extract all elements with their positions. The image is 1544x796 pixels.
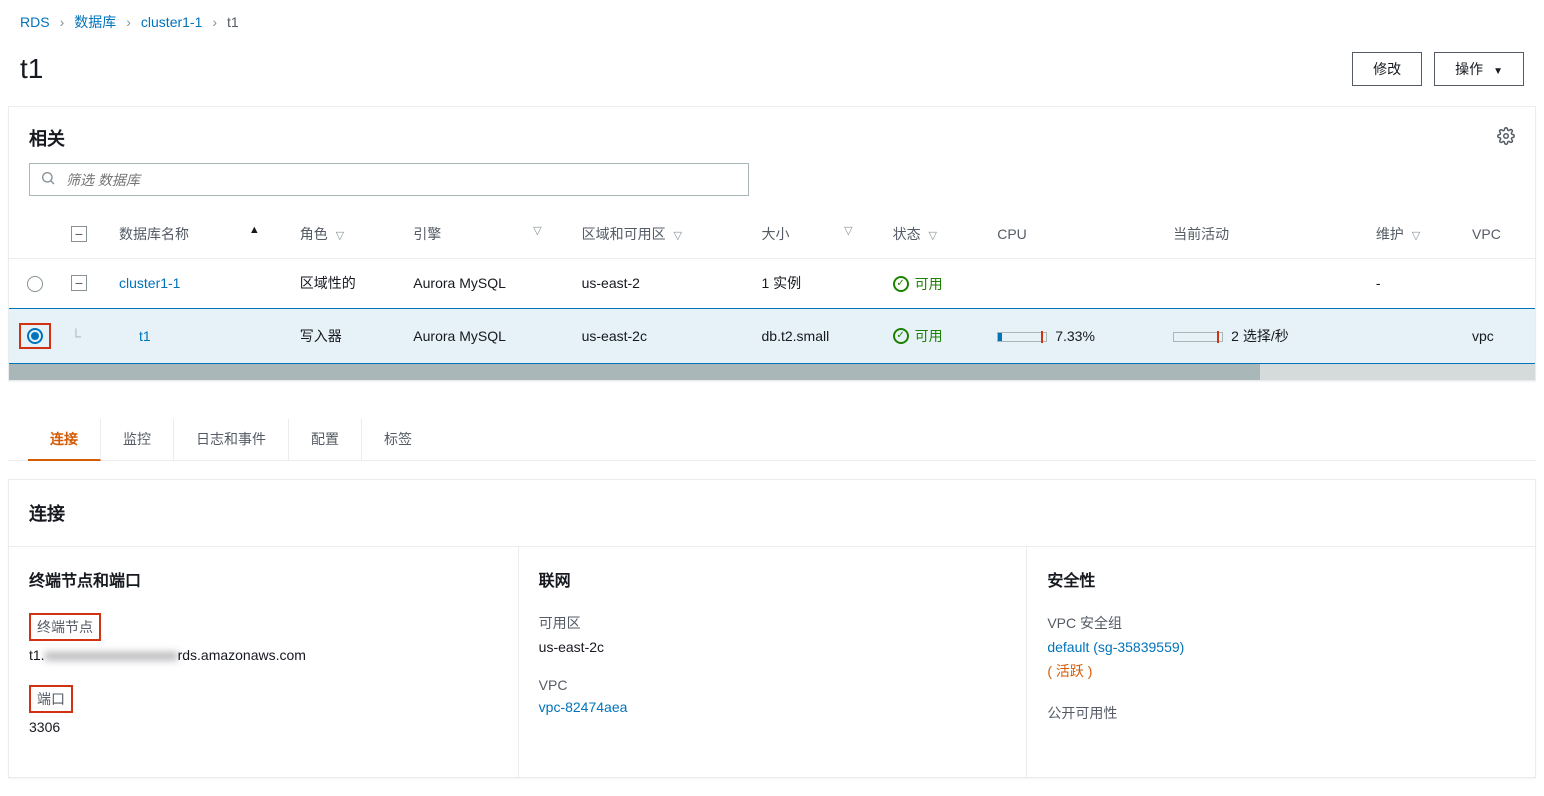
col-cpu: CPU (987, 210, 1163, 259)
tab-config[interactable]: 配置 (289, 419, 362, 460)
tree-connector: └ (71, 328, 91, 344)
breadcrumb-rds[interactable]: RDS (20, 14, 50, 30)
tab-monitor[interactable]: 监控 (101, 419, 174, 460)
az-label: 可用区 (539, 613, 581, 633)
chevron-right-icon: › (126, 14, 131, 30)
breadcrumb-current: t1 (227, 14, 239, 30)
network-section-title: 联网 (539, 567, 1007, 591)
connection-panel: 连接 终端节点和端口 终端节点 t1.xxxxxxxxxxxxxxxxxxxrd… (8, 479, 1536, 778)
collapse-icon[interactable]: − (71, 275, 87, 291)
endpoint-value: t1.xxxxxxxxxxxxxxxxxxxrds.amazonaws.com (29, 647, 498, 663)
actions-button[interactable]: 操作▼ (1434, 52, 1524, 86)
search-icon (40, 170, 56, 189)
filter-input[interactable] (66, 172, 738, 188)
sg-status: ( 活跃 ) (1047, 661, 1515, 681)
col-role[interactable]: 角色 ▽ (290, 210, 404, 259)
col-vpc: VPC (1462, 210, 1535, 259)
endpoint-section-title: 终端节点和端口 (29, 567, 498, 591)
connection-title: 连接 (9, 480, 1535, 546)
chevron-right-icon: › (60, 14, 65, 30)
network-column: 联网 可用区 us-east-2c VPC vpc-82474aea (518, 547, 1027, 777)
col-region[interactable]: 区域和可用区 ▽ (572, 210, 752, 259)
col-size[interactable]: 大小 ▽ (752, 210, 883, 259)
radio-unselected[interactable] (27, 276, 43, 292)
col-status[interactable]: 状态 ▽ (883, 210, 988, 259)
endpoint-column: 终端节点和端口 终端节点 t1.xxxxxxxxxxxxxxxxxxxrds.a… (9, 547, 518, 777)
col-name[interactable]: 数据库名称 ▲ (109, 210, 290, 259)
breadcrumb-cluster[interactable]: cluster1-1 (141, 14, 202, 30)
az-value: us-east-2c (539, 639, 1007, 655)
chevron-right-icon: › (212, 14, 217, 30)
horizontal-scrollbar[interactable] (9, 364, 1535, 380)
endpoint-label: 终端节点 (29, 613, 101, 641)
security-section-title: 安全性 (1047, 567, 1515, 591)
tabs: 连接 监控 日志和事件 配置 标签 (8, 401, 1536, 461)
breadcrumb-db[interactable]: 数据库 (74, 12, 116, 32)
filter-input-wrap[interactable] (29, 163, 749, 196)
status-badge: ✓可用 (893, 274, 943, 294)
chevron-down-icon: ▼ (1493, 66, 1503, 77)
security-column: 安全性 VPC 安全组 default (sg-35839559) ( 活跃 )… (1026, 547, 1535, 777)
cpu-bar (997, 332, 1047, 342)
related-title: 相关 (29, 125, 65, 151)
radio-selected[interactable] (27, 328, 43, 344)
tab-connect[interactable]: 连接 (28, 419, 101, 461)
col-activity: 当前活动 (1163, 210, 1366, 259)
breadcrumb: RDS › 数据库 › cluster1-1 › t1 (0, 0, 1544, 44)
db-link-cluster[interactable]: cluster1-1 (119, 275, 180, 291)
activity-bar (1173, 332, 1223, 342)
radio-highlight (19, 323, 51, 349)
modify-button[interactable]: 修改 (1352, 52, 1422, 86)
sg-label: VPC 安全组 (1047, 613, 1122, 633)
sg-link[interactable]: default (sg-35839559) (1047, 639, 1184, 655)
vpc-link[interactable]: vpc-82474aea (539, 699, 628, 715)
status-badge: ✓可用 (893, 326, 943, 346)
databases-table: − 数据库名称 ▲ 角色 ▽ 引擎 ▽ 区域和可用区 ▽ 大小 ▽ 状态 ▽ C… (9, 210, 1535, 364)
vpc-label: VPC (539, 677, 568, 693)
public-label: 公开可用性 (1047, 703, 1117, 723)
col-maintenance[interactable]: 维护 ▽ (1366, 210, 1462, 259)
db-link-t1[interactable]: t1 (139, 328, 151, 344)
page-title: t1 (20, 53, 43, 85)
table-row[interactable]: − cluster1-1 区域性的 Aurora MySQL us-east-2… (9, 259, 1535, 309)
gear-icon[interactable] (1497, 127, 1515, 150)
collapse-all-icon[interactable]: − (71, 226, 87, 242)
col-engine[interactable]: 引擎 ▽ (403, 210, 571, 259)
tab-logs[interactable]: 日志和事件 (174, 419, 289, 460)
table-row[interactable]: └ t1 写入器 Aurora MySQL us-east-2c db.t2.s… (9, 308, 1535, 363)
tab-tags[interactable]: 标签 (362, 419, 434, 460)
port-label: 端口 (29, 685, 73, 713)
related-panel: 相关 − 数据库名称 ▲ 角色 ▽ 引擎 ▽ 区域和可用区 ▽ 大小 ▽ (8, 106, 1536, 381)
port-value: 3306 (29, 719, 498, 735)
